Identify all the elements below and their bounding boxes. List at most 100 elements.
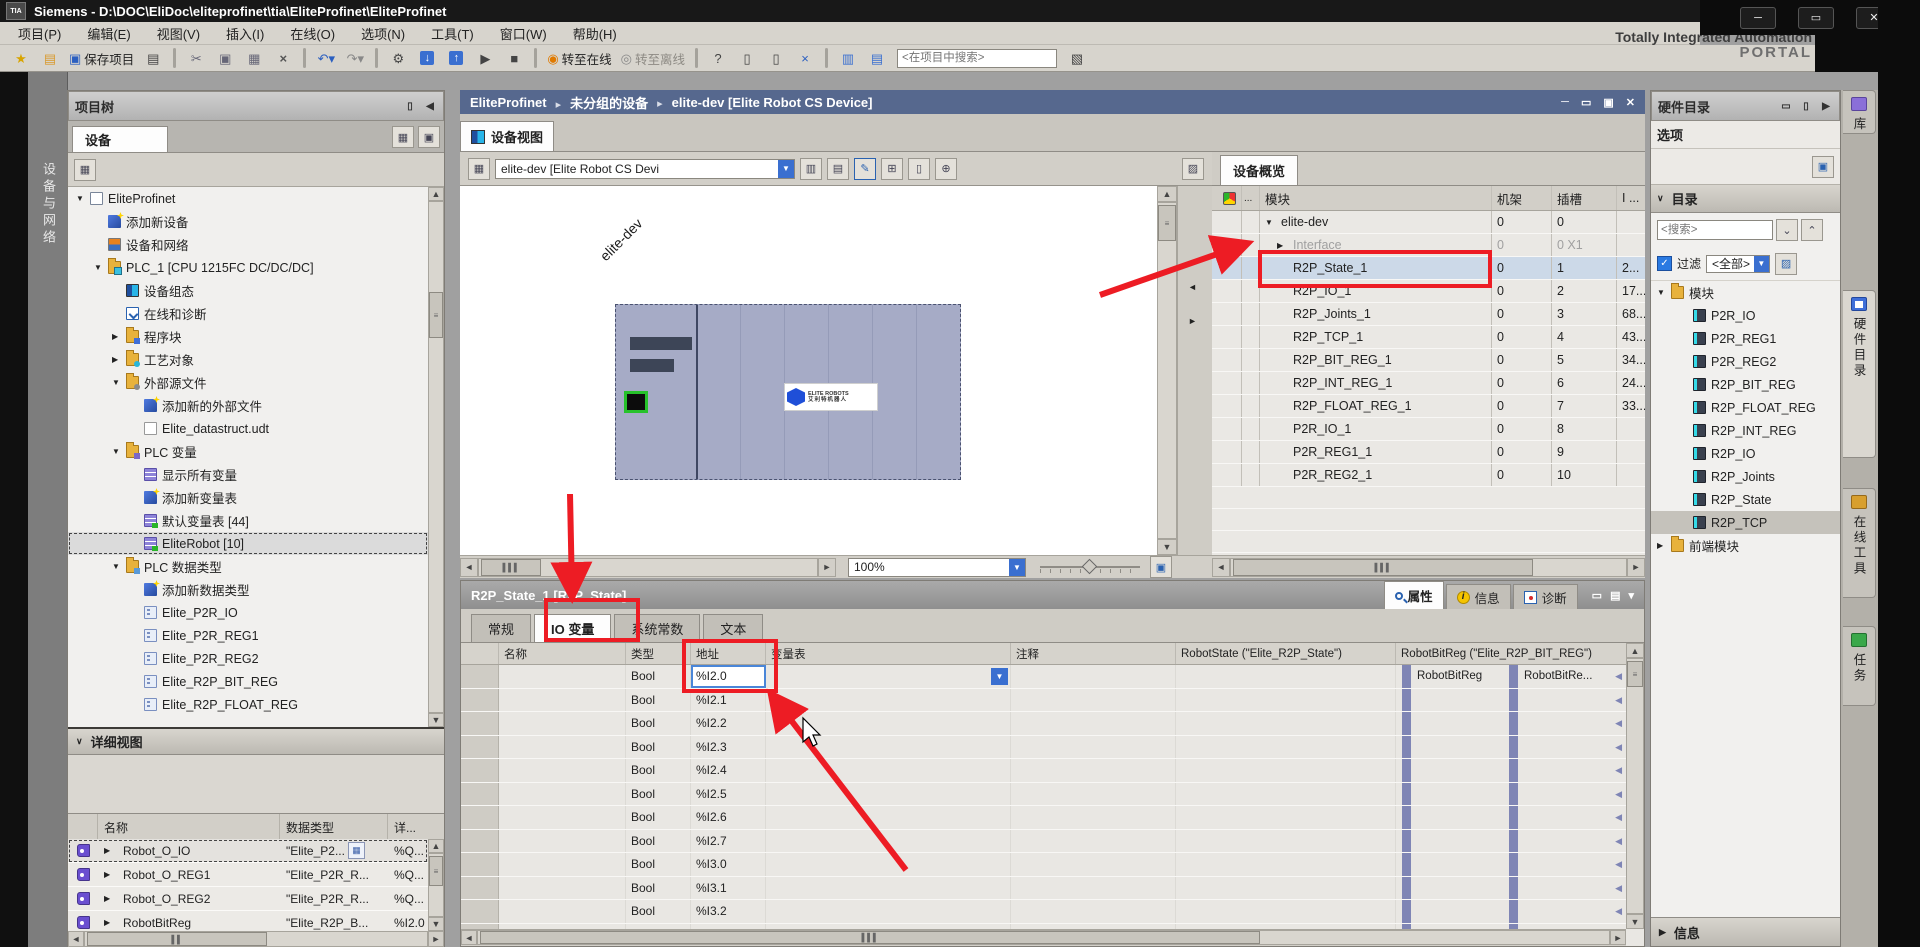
- catalog-item[interactable]: R2P_State: [1651, 488, 1840, 511]
- search-up-icon[interactable]: ⌃: [1801, 219, 1823, 241]
- show-rack-button[interactable]: ▥: [800, 158, 822, 180]
- window-button-2[interactable]: ▯: [763, 47, 789, 69]
- tag-address-cell[interactable]: %I2.5: [691, 783, 766, 806]
- expander-icon[interactable]: ▼: [112, 447, 126, 456]
- expander-icon[interactable]: ▶: [112, 332, 126, 341]
- tag-name-cell[interactable]: [499, 712, 626, 735]
- value-picker-icon[interactable]: ▦: [348, 842, 365, 859]
- canvas-vscrollbar[interactable]: ▲ ≡ ▼: [1157, 186, 1177, 555]
- io-tag-row[interactable]: Bool %I2.0 ▼ RobotBitReg RobotBitRe... ◀: [461, 665, 1626, 689]
- tag-address-cell[interactable]: %I3.2: [691, 900, 766, 923]
- edit-mode-button[interactable]: ✎: [854, 158, 876, 180]
- tag-name-cell[interactable]: [499, 900, 626, 923]
- show-labels-button[interactable]: ▤: [827, 158, 849, 180]
- col-robotbitreg[interactable]: RobotBitReg ("Elite_R2P_BIT_REG"): [1396, 643, 1626, 664]
- tree-view-options-button[interactable]: ▦: [392, 126, 414, 148]
- undo-button[interactable]: ↶▾: [313, 47, 339, 69]
- project-search-input[interactable]: [897, 49, 1057, 68]
- catalog-item[interactable]: P2R_REG2: [1651, 350, 1840, 373]
- tree-item[interactable]: Elite_R2P_FLOAT_REG: [68, 693, 428, 716]
- tag-address-cell[interactable]: %I2.1: [691, 689, 766, 712]
- io-tag-row[interactable]: Bool %I2.3 ▼ RobotBitReg RobotBitRe... ◀: [461, 736, 1626, 760]
- io-tag-row[interactable]: Bool %I2.6 ▼ RobotBitReg RobotBitRe... ◀: [461, 806, 1626, 830]
- editor-maximize-icon[interactable]: ▣: [1603, 96, 1613, 109]
- tag-comment-cell[interactable]: [1011, 665, 1176, 688]
- tag-table-cell[interactable]: ▼: [766, 712, 1011, 735]
- expander-icon[interactable]: ▶: [104, 846, 118, 855]
- menu-item[interactable]: 窗口(W): [500, 24, 547, 43]
- catalog-item[interactable]: ▶ 前端模块: [1651, 534, 1840, 557]
- open-project-button[interactable]: ▤: [37, 47, 63, 69]
- view-tab[interactable]: 设备视图: [460, 121, 554, 151]
- expander-icon[interactable]: ▼: [1657, 288, 1671, 297]
- device-overview-row[interactable]: R2P_INT_REG_1 0 6 24...: [1212, 372, 1645, 395]
- tag-address-cell[interactable]: %I2.4: [691, 759, 766, 782]
- zoom-slider[interactable]: [1040, 560, 1140, 574]
- breadcrumb-item[interactable]: elite-dev [Elite Robot CS Device]: [648, 95, 872, 110]
- tag-comment-cell[interactable]: [1011, 689, 1176, 712]
- tag-name-cell[interactable]: [499, 877, 626, 900]
- splitter-left-icon[interactable]: ◄: [1188, 282, 1197, 292]
- io-tag-row[interactable]: Bool %I2.2 ▼ RobotBitReg RobotBitRe... ◀: [461, 712, 1626, 736]
- upload-from-device-button[interactable]: ↑: [443, 47, 469, 69]
- menu-item[interactable]: 帮助(H): [573, 24, 617, 43]
- elite-dev-device-graphic[interactable]: ELITE ROBOTS 艾利特机器人: [615, 304, 961, 480]
- overview-hscrollbar[interactable]: ◄ ▌▌▌ ►: [1212, 555, 1645, 578]
- library-view-button[interactable]: ▧: [1064, 47, 1090, 69]
- tree-item[interactable]: 添加新变量表: [68, 486, 428, 509]
- menu-item[interactable]: 视图(V): [157, 24, 200, 43]
- expander-icon[interactable]: ▶: [1657, 541, 1671, 550]
- editor-float-icon[interactable]: ▭: [1581, 96, 1591, 109]
- go-offline-button[interactable]: ◎ 转至离线: [618, 47, 688, 69]
- breadcrumb-item[interactable]: EliteProfinet: [470, 95, 547, 110]
- redo-button[interactable]: ↷▾: [342, 47, 368, 69]
- paste-button[interactable]: ▦: [241, 47, 267, 69]
- filter-profile-select[interactable]: <全部> ▼: [1706, 255, 1770, 273]
- tag-name-cell[interactable]: [499, 783, 626, 806]
- tag-table-cell[interactable]: ▼: [766, 759, 1011, 782]
- catalog-item[interactable]: ▼ 模块: [1651, 281, 1840, 304]
- panel-float-icon[interactable]: ▯: [403, 101, 417, 112]
- detail-view-header[interactable]: ∨ 详细视图: [68, 727, 444, 755]
- tag-name-cell[interactable]: [499, 665, 626, 688]
- search-down-icon[interactable]: ⌄: [1776, 219, 1798, 241]
- tag-table-cell[interactable]: ▼: [766, 853, 1011, 876]
- catalog-item[interactable]: R2P_BIT_REG: [1651, 373, 1840, 396]
- tree-item[interactable]: Elite_datastruct.udt: [68, 417, 428, 440]
- window-button[interactable]: ▯: [734, 47, 760, 69]
- separator[interactable]: [303, 48, 306, 68]
- tree-item[interactable]: 在线和诊断: [68, 302, 428, 325]
- inspector-tab[interactable]: 信息: [1446, 584, 1511, 609]
- io-tag-row[interactable]: Bool %I2.1 ▼ RobotBitReg RobotBitRe... ◀: [461, 689, 1626, 713]
- cross-references-button[interactable]: ×: [792, 47, 818, 69]
- tag-comment-cell[interactable]: [1011, 900, 1176, 923]
- expander-icon[interactable]: ▼: [1265, 218, 1279, 227]
- filter-checkbox[interactable]: ✓: [1657, 256, 1672, 271]
- page-view-button[interactable]: ▯: [908, 158, 930, 180]
- catalog-item[interactable]: P2R_REG1: [1651, 327, 1840, 350]
- catalog-info-section[interactable]: ▶ 信息: [1651, 917, 1840, 946]
- catalog-item[interactable]: R2P_Joints: [1651, 465, 1840, 488]
- minimize-button[interactable]: ─: [1740, 7, 1776, 29]
- tag-name-cell[interactable]: [499, 806, 626, 829]
- edit-profile-button[interactable]: ▨: [1775, 253, 1797, 275]
- tag-table-cell[interactable]: ▼: [766, 806, 1011, 829]
- col-comment[interactable]: 注释: [1011, 643, 1176, 664]
- io-tags-vscrollbar[interactable]: ▲ ≡ ▼: [1626, 643, 1644, 929]
- io-tag-row[interactable]: Bool %I2.5 ▼ RobotBitReg RobotBitRe... ◀: [461, 783, 1626, 807]
- device-overview-row[interactable]: P2R_REG1_1 0 9: [1212, 441, 1645, 464]
- tree-filter-button[interactable]: ▦: [74, 159, 96, 181]
- separator[interactable]: [534, 48, 537, 68]
- tree-item[interactable]: Elite_R2P_BIT_REG: [68, 670, 428, 693]
- detail-view-row[interactable]: ▶Robot_O_REG1 "Elite_P2R_R...▦ %Q...: [68, 863, 428, 887]
- editor-close-icon[interactable]: ✕: [1626, 96, 1635, 109]
- tag-table-cell[interactable]: ▼: [766, 689, 1011, 712]
- download-to-device-button[interactable]: ↓: [414, 47, 440, 69]
- properties-subtab[interactable]: 常规: [471, 614, 531, 642]
- catalog-compare-icon[interactable]: ▣: [1812, 156, 1834, 178]
- editor-minimize-icon[interactable]: ─: [1561, 96, 1569, 109]
- delete-button[interactable]: ×: [270, 47, 296, 69]
- col-name[interactable]: 名称: [499, 643, 626, 664]
- devices-networks-vertical-label[interactable]: 设备与网络: [39, 162, 58, 247]
- device-overview-row[interactable]: R2P_BIT_REG_1 0 5 34...: [1212, 349, 1645, 372]
